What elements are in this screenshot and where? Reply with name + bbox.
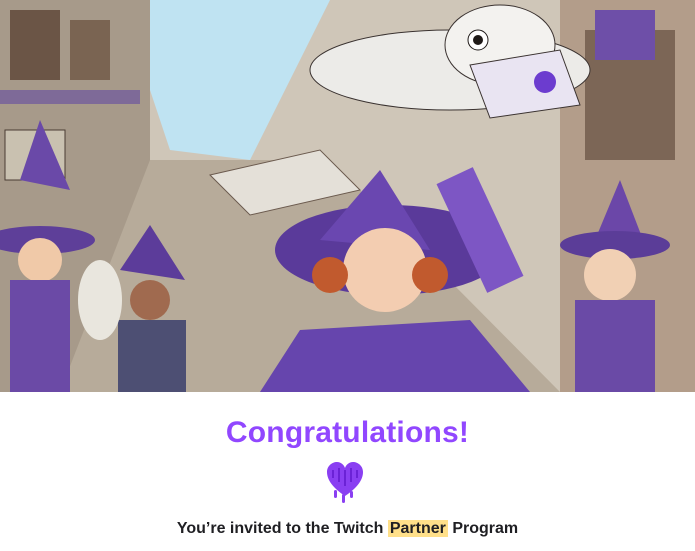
congratulations-heading: Congratulations! (225, 416, 470, 449)
hero-illustration (0, 0, 695, 392)
invite-text-suffix: Program (447, 520, 519, 537)
partner-highlight: Partner (387, 520, 448, 537)
invite-text-prefix: You’re invited to the Twitch (176, 520, 388, 537)
purple-dripping-heart-icon (325, 460, 365, 504)
invite-message: You’re invited to the Twitch Partner Pro… (0, 520, 695, 538)
